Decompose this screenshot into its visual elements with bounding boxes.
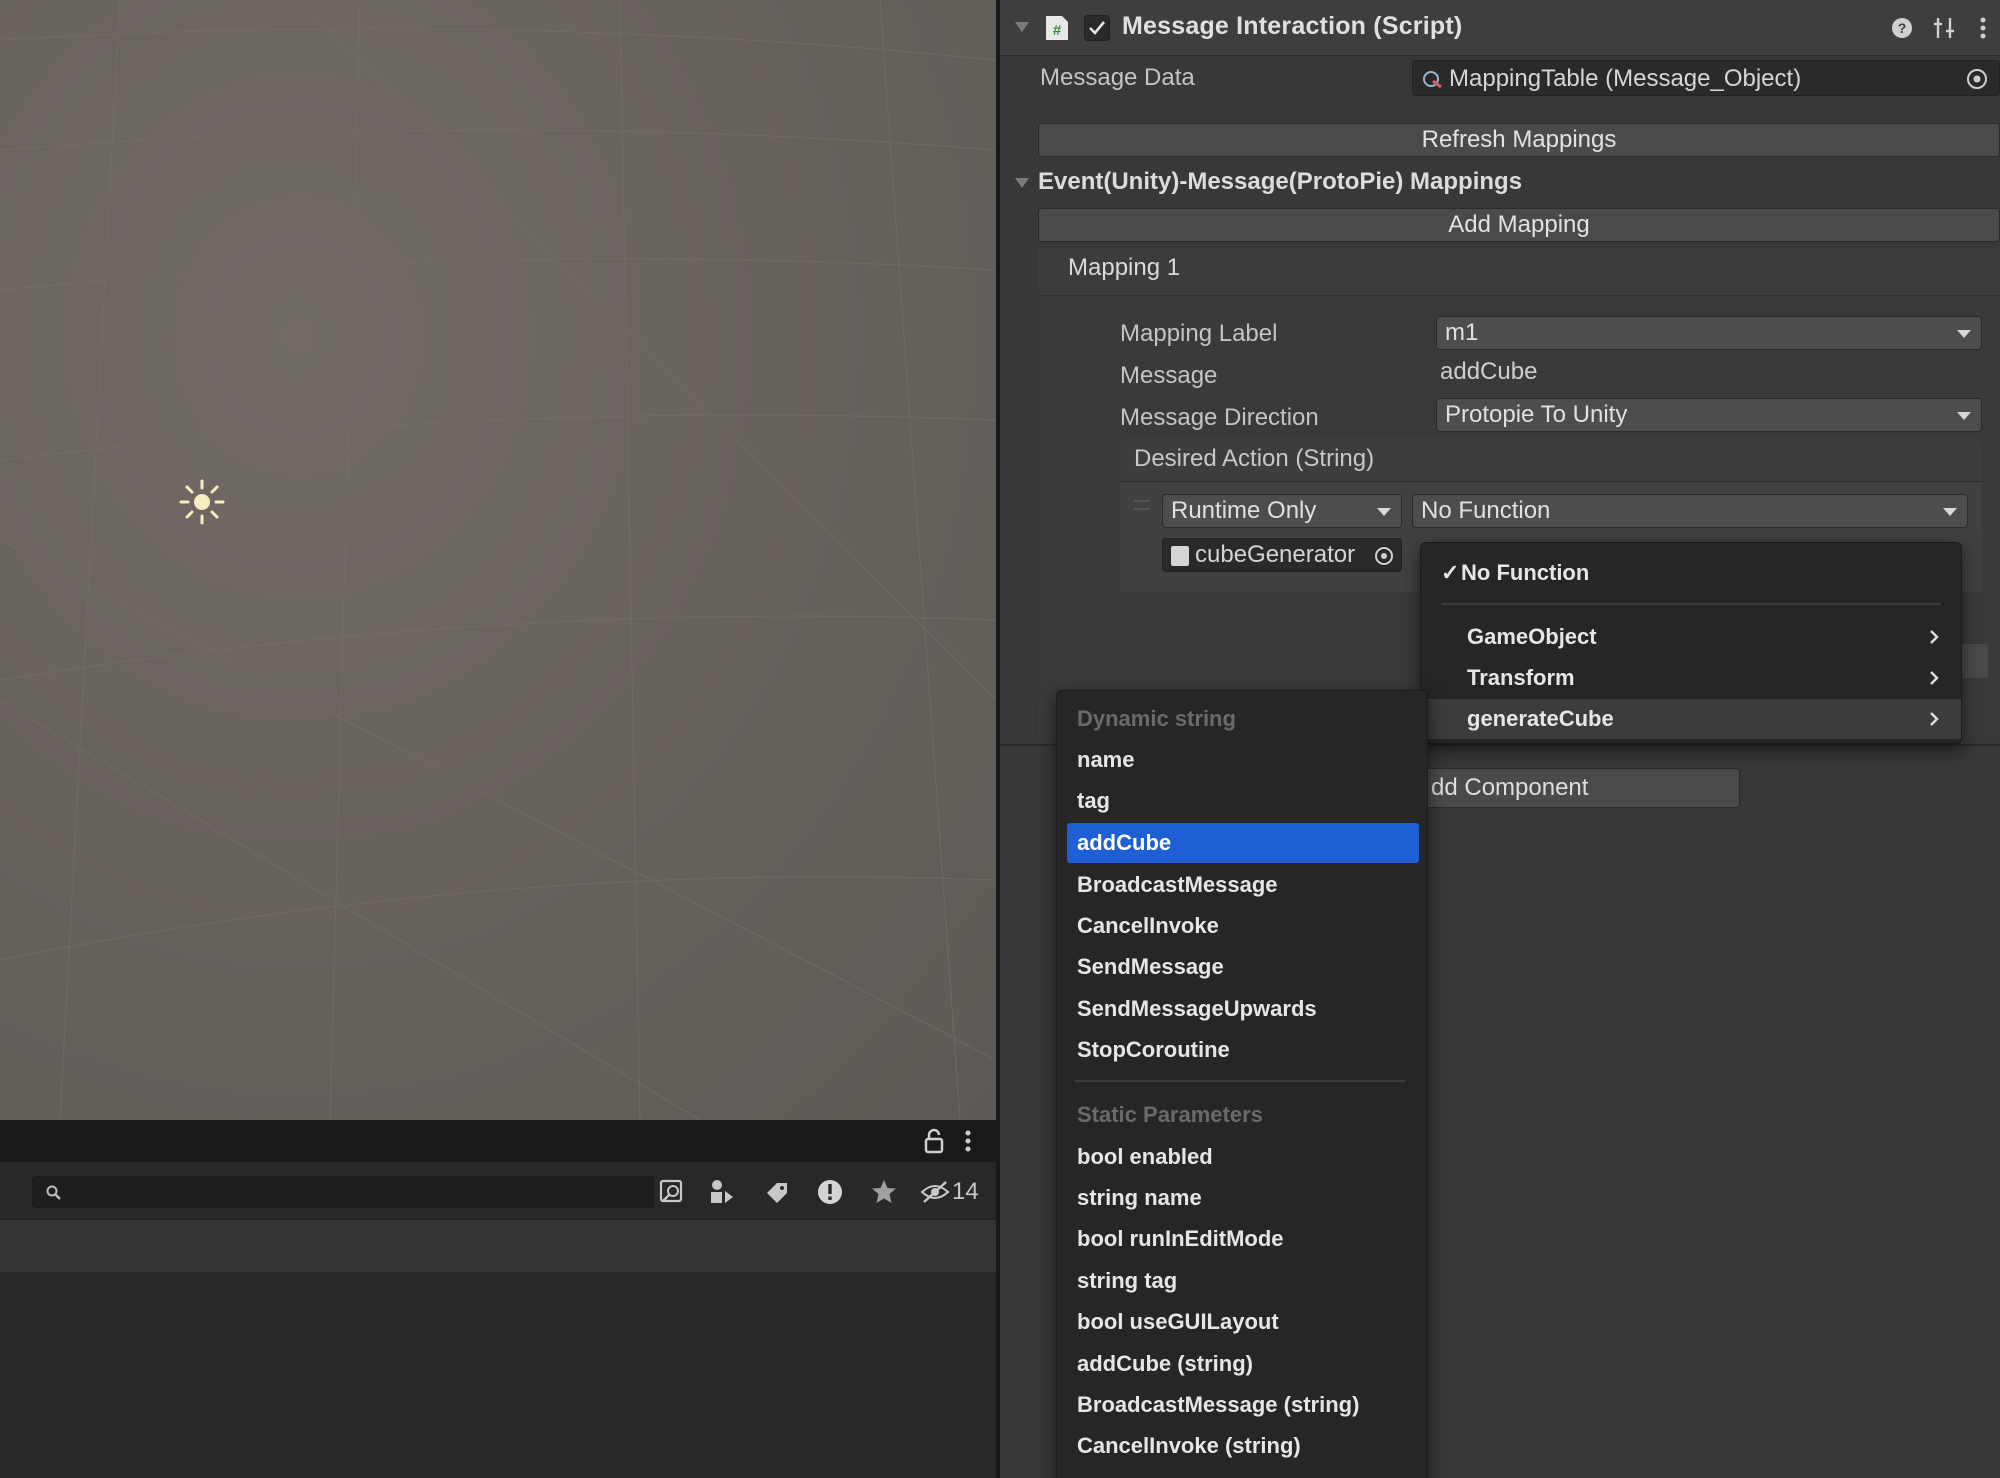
scene-grid	[0, 0, 996, 1120]
chevron-down-icon	[1943, 508, 1957, 516]
runtime-mode-dropdown[interactable]: Runtime Only	[1162, 494, 1402, 528]
method-submenu: Dynamic string name tag addCube Broadcas…	[1056, 690, 1428, 1478]
add-mapping-button[interactable]: Add Mapping	[1038, 208, 2000, 242]
desired-action-label: Desired Action (String)	[1134, 445, 1375, 472]
menu-item-addcube[interactable]: addCube	[1067, 823, 1419, 863]
dynamic-string-header: Dynamic string	[1077, 706, 1236, 731]
function-dropdown[interactable]: No Function	[1412, 494, 1968, 528]
filter-by-label-icon[interactable]	[758, 1174, 794, 1210]
runtime-mode-value: Runtime Only	[1171, 497, 1317, 524]
menu-item-no-function[interactable]: ✓No Function	[1421, 553, 1961, 593]
search-icon	[46, 1185, 61, 1200]
project-panel-header	[0, 1120, 996, 1162]
project-toolbar: 14	[0, 1162, 996, 1220]
hidden-count-text: 14	[952, 1178, 979, 1205]
object-picker-icon[interactable]	[1965, 67, 1989, 91]
mappings-section-title[interactable]: Event(Unity)-Message(ProtoPie) Mappings	[1038, 168, 1522, 196]
mapping-label-value: m1	[1445, 319, 1479, 346]
menu-item-generatecube[interactable]: generateCube	[1421, 699, 1961, 739]
scriptable-object-icon	[1423, 71, 1442, 89]
kebab-menu-icon[interactable]	[960, 1128, 976, 1154]
static-parameters-header: Static Parameters	[1077, 1102, 1263, 1127]
object-picker-icon[interactable]	[1373, 545, 1395, 567]
message-direction-value: Protopie To Unity	[1445, 401, 1628, 428]
menu-separator	[1075, 1080, 1405, 1082]
menu-separator	[1441, 603, 1941, 605]
add-component-button[interactable]: dd Component	[1400, 768, 1740, 808]
message-data-value: MappingTable (Message_Object)	[1449, 65, 1802, 92]
menu-item-string-tag[interactable]: string tag	[1057, 1261, 1427, 1301]
menu-item-cancelinvoke-string[interactable]: CancelInvoke (string)	[1057, 1426, 1427, 1466]
mapping-1-title: Mapping 1	[1068, 254, 1181, 281]
menu-item-gameobject[interactable]: GameObject	[1421, 617, 1961, 657]
lock-icon[interactable]	[922, 1128, 946, 1154]
message-value: addCube	[1440, 358, 1538, 385]
menu-item-cancelinvoke[interactable]: CancelInvoke	[1057, 906, 1427, 946]
message-data-field[interactable]: MappingTable (Message_Object)	[1412, 60, 2000, 96]
menu-item-tag[interactable]: tag	[1057, 781, 1427, 821]
target-object-value: cubeGenerator	[1195, 541, 1356, 568]
project-breadcrumb-bar	[0, 1220, 996, 1272]
menu-item-transform[interactable]: Transform	[1421, 658, 1961, 698]
scene-view[interactable]	[0, 0, 996, 1120]
menu-item-label: No Function	[1461, 560, 1590, 585]
component-menu-icon[interactable]	[1974, 14, 1992, 42]
presets-icon[interactable]	[1930, 14, 1958, 42]
mapping-1-header[interactable]	[1038, 248, 2000, 296]
favorites-star-icon[interactable]	[866, 1174, 902, 1210]
menu-item-bool-enabled[interactable]: bool enabled	[1057, 1137, 1427, 1177]
menu-item-label: GameObject	[1467, 624, 1597, 649]
menu-item-sendmessage[interactable]: SendMessage	[1057, 947, 1427, 987]
menu-item-string-name[interactable]: string name	[1057, 1178, 1427, 1218]
svg-text:?: ?	[1898, 20, 1907, 36]
menu-item-name[interactable]: name	[1057, 740, 1427, 780]
chevron-right-icon	[1930, 671, 1939, 685]
mappings-foldout-icon[interactable]	[1014, 176, 1030, 190]
chevron-down-icon	[1377, 508, 1391, 516]
eye-hidden-icon	[920, 1181, 950, 1203]
function-value: No Function	[1421, 497, 1551, 524]
chevron-right-icon	[1930, 712, 1939, 726]
filter-by-type-icon[interactable]	[704, 1174, 740, 1210]
menu-item-stopcoroutine[interactable]: StopCoroutine	[1057, 1030, 1427, 1070]
checkmark-icon: ✓	[1441, 560, 1460, 585]
menu-item-addcube-string[interactable]: addCube (string)	[1057, 1344, 1427, 1384]
component-header[interactable]: # Message Interaction (Script) ?	[1000, 0, 2000, 56]
warning-filter-icon[interactable]	[812, 1174, 848, 1210]
menu-item-label: Transform	[1467, 665, 1575, 690]
message-label: Message	[1120, 362, 1218, 389]
help-icon[interactable]: ?	[1888, 14, 1916, 42]
chevron-down-icon	[1957, 412, 1971, 420]
menu-item-broadcastmessage-string[interactable]: BroadcastMessage (string)	[1057, 1385, 1427, 1425]
script-icon: #	[1046, 16, 1068, 40]
project-panel: 14	[0, 1120, 996, 1478]
search-input[interactable]	[32, 1176, 654, 1208]
target-object-field[interactable]: cubeGenerator	[1162, 538, 1402, 572]
menu-item-bool-runineditmode[interactable]: bool runInEditMode	[1057, 1219, 1427, 1259]
directional-light-icon[interactable]	[178, 478, 226, 526]
chevron-down-icon	[1957, 330, 1971, 338]
message-data-label: Message Data	[1040, 64, 1195, 91]
menu-item-label: generateCube	[1467, 706, 1614, 731]
hidden-packages-count[interactable]: 14	[920, 1176, 979, 1208]
refresh-mappings-button[interactable]: Refresh Mappings	[1038, 123, 2000, 157]
function-popup-menu: ✓No Function GameObject Transform genera…	[1420, 542, 1962, 744]
mapping-label-label: Mapping Label	[1120, 320, 1278, 347]
checkmark-icon	[1089, 21, 1106, 35]
component-enabled-checkbox[interactable]	[1084, 15, 1110, 41]
chevron-right-icon	[1930, 630, 1939, 644]
menu-item-broadcastmessage[interactable]: BroadcastMessage	[1057, 865, 1427, 905]
mapping-label-dropdown[interactable]: m1	[1436, 316, 1982, 350]
menu-item-bool-useguilayout[interactable]: bool useGUILayout	[1057, 1302, 1427, 1342]
search-by-type-icon[interactable]	[654, 1174, 690, 1210]
drag-handle-icon[interactable]	[1134, 500, 1150, 510]
svg-text:#: #	[1053, 22, 1062, 39]
message-direction-dropdown[interactable]: Protopie To Unity	[1436, 398, 1982, 432]
message-direction-label: Message Direction	[1120, 404, 1319, 431]
script-file-icon	[1171, 546, 1189, 566]
component-title: Message Interaction (Script)	[1122, 12, 1463, 40]
foldout-arrow-icon[interactable]	[1014, 20, 1030, 34]
menu-item-sendmessageupwards[interactable]: SendMessageUpwards	[1057, 989, 1427, 1029]
